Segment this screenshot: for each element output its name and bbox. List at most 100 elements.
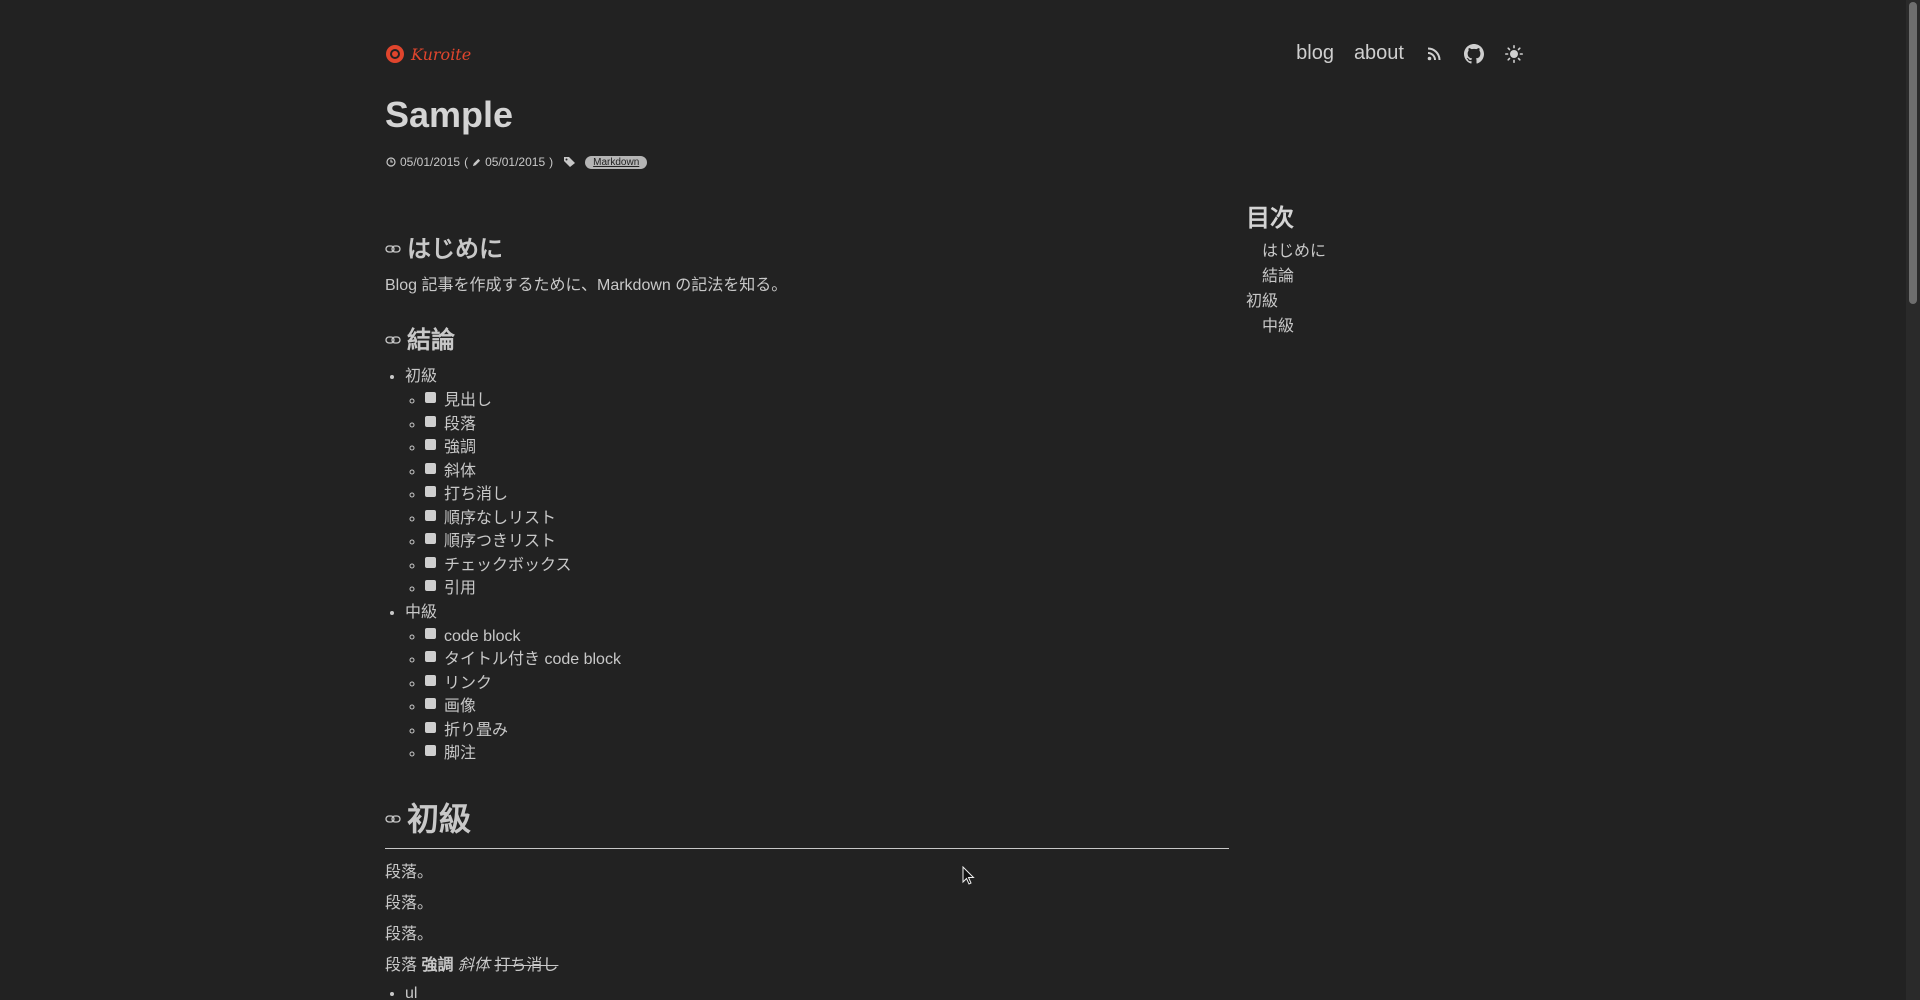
clock-icon [386,157,396,167]
checkbox[interactable] [425,627,436,639]
heading-conclusion-text: 結論 [407,327,455,354]
sub-list: code block タイトル付き code block リンク 画像 折り畳み… [405,625,1229,766]
item-label: 斜体 [444,462,477,480]
group-label: 初級 [405,368,438,385]
strong-text: 強調 [421,956,454,974]
list-item: 強調 [425,436,1229,460]
checkbox[interactable] [425,533,436,544]
scrollbar[interactable] [1906,0,1920,1000]
item-label: 打ち消し [444,486,509,503]
toc-title: 目次 [1246,205,1294,232]
list-item: 斜体 [425,460,1229,484]
nav-about-link[interactable]: about [1354,42,1404,65]
list-item: タイトル付き code block [425,648,1229,672]
checkbox[interactable] [425,556,436,568]
item-label: 順序なしリスト [444,509,557,527]
intro-paragraph: Blog 記事を作成するために、Markdown の記法を知る。 [385,277,788,294]
page: Kuroite blog about Sample 05/01/2015 (0… [0,0,1920,1000]
plain-text: 段落 [385,956,422,974]
toc-item-intermediate[interactable]: 中級 [1246,314,1326,339]
item-label: 脚注 [444,745,477,762]
github-icon[interactable] [1464,43,1484,64]
list-item: リンク [425,672,1229,696]
heading-intro-text: はじめに [407,236,503,263]
list-item: 見出し [425,389,1229,413]
list-item: 初級 見出し 段落 強調 斜体 打ち消し 順序なしリスト 順序つきリスト チェッ… [405,365,1229,601]
checkbox[interactable] [425,698,436,709]
list-item: 折り畳み [425,719,1229,743]
checkbox[interactable] [425,392,436,403]
checkbox[interactable] [425,674,436,686]
checklist: 初級 見出し 段落 強調 斜体 打ち消し 順序なしリスト 順序つきリスト チェッ… [385,365,1229,766]
group-label: 中級 [405,603,438,621]
checkbox[interactable] [425,509,436,521]
tag-icon [564,157,576,167]
list-item: code block [425,625,1229,649]
list-item: 脚注 [425,742,1229,766]
mixed-paragraph: 段落 強調 斜体 打ち消し [385,956,1229,976]
link-icon[interactable] [385,813,401,825]
heading-intro: はじめに [385,229,1229,264]
toc-item-intro[interactable]: はじめに [1246,239,1326,264]
updated-date: 05/01/2015 [485,155,546,169]
link-icon[interactable] [385,334,401,346]
item-label: 折り畳み [444,721,509,739]
list-item: ul [405,982,1229,1000]
list-item: 順序つきリスト [425,530,1229,554]
pencil-icon [472,158,481,166]
item-label: タイトル付き code block [444,651,621,668]
paragraph: 段落。 [385,925,434,943]
sample-list: ul [385,982,1229,1000]
mouse-cursor-icon [962,866,975,885]
paragraph: 段落。 [385,894,434,912]
item-label: リンク [444,674,493,692]
item-label: 強調 [444,439,477,456]
rss-icon[interactable] [1424,44,1444,64]
item-label: 段落 [444,415,477,433]
item-label: code block [444,627,521,645]
item-label: 見出し [444,392,493,409]
logo-icon [386,45,404,63]
checkbox[interactable] [425,462,436,474]
list-item: 中級 code block タイトル付き code block リンク 画像 折… [405,601,1229,766]
list-item: チェックボックス [425,554,1229,578]
list-item: 段落 [425,413,1229,437]
link-icon[interactable] [385,243,401,255]
site-logo[interactable]: Kuroite [385,44,471,64]
checkbox[interactable] [425,415,436,427]
checkbox[interactable] [425,439,436,450]
checkbox[interactable] [425,651,436,662]
logo-text: Kuroite [411,44,472,64]
checkbox[interactable] [425,486,436,497]
list-item: 画像 [425,695,1229,719]
list-item: 引用 [425,577,1229,601]
post-meta: 05/01/2015 ( 05/01/2015 ) Markdown [386,155,648,169]
checkbox[interactable] [425,721,436,733]
item-label: チェックボックス [444,556,572,574]
checkbox[interactable] [425,745,436,756]
em-text: 斜体 [457,956,490,974]
heading-beginner: 初級 [385,794,1229,849]
nav-blog-link[interactable]: blog [1296,42,1334,65]
top-nav: blog about [1296,42,1524,65]
item-label: 順序つきリスト [444,533,557,550]
created-date: 05/01/2015 [400,155,461,169]
meta-paren-open: ( [464,155,469,169]
checkbox[interactable] [425,580,436,591]
table-of-contents: 目次 はじめに 結論 初級 中級 [1246,198,1326,339]
tag-markdown[interactable]: Markdown [585,155,648,169]
sub-list: 見出し 段落 強調 斜体 打ち消し 順序なしリスト 順序つきリスト チェックボッ… [405,389,1229,601]
list-item: 順序なしリスト [425,507,1229,531]
meta-paren-close: ) [549,155,554,169]
toc-item-conclusion[interactable]: 結論 [1246,264,1326,289]
item-label: 引用 [444,580,477,597]
paragraph: 段落。 [385,863,434,881]
article: はじめに Blog 記事を作成するために、Markdown の記法を知る。 結論… [385,225,1229,1000]
item-label: 画像 [444,698,477,715]
scrollbar-thumb[interactable] [1909,2,1917,304]
list-item: 打ち消し [425,483,1229,507]
sun-icon[interactable] [1504,44,1524,64]
toc-item-beginner[interactable]: 初級 [1246,289,1326,314]
heading-beginner-text: 初級 [407,800,472,837]
heading-conclusion: 結論 [385,320,1229,355]
